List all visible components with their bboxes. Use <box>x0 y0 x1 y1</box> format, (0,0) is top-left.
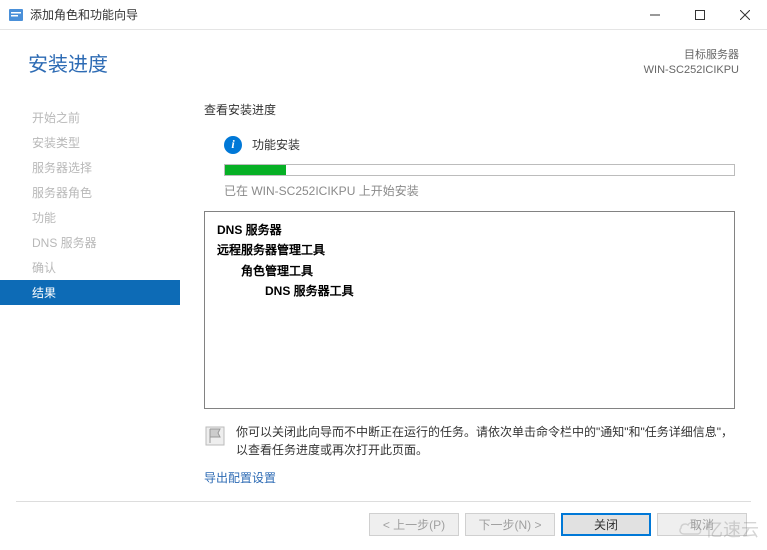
window-controls <box>632 0 767 29</box>
info-icon: i <box>224 136 242 154</box>
status-row: i 功能安装 <box>204 136 735 154</box>
close-button[interactable] <box>722 0 767 30</box>
tree-item: DNS 服务器工具 <box>217 281 722 301</box>
section-label: 查看安装进度 <box>204 101 735 118</box>
footer: < 上一步(P) 下一步(N) > 关闭 取消 <box>369 513 747 536</box>
tree-item: 角色管理工具 <box>217 261 722 281</box>
sidebar-item-confirm: 确认 <box>0 255 180 280</box>
sidebar: 开始之前 安装类型 服务器选择 服务器角色 功能 DNS 服务器 确认 结果 <box>0 89 180 486</box>
wizard-icon <box>8 7 24 23</box>
sidebar-item-server-roles: 服务器角色 <box>0 180 180 205</box>
progress-bar <box>224 164 735 176</box>
export-config-link[interactable]: 导出配置设置 <box>204 469 276 486</box>
footer-divider <box>16 501 751 502</box>
header: 安装进度 目标服务器 WIN-SC252ICIKPU <box>0 30 767 89</box>
sidebar-item-features: 功能 <box>0 205 180 230</box>
hint-text: 你可以关闭此向导而不中断正在运行的任务。请依次单击命令栏中的"通知"和"任务详细… <box>236 423 735 459</box>
target-label: 目标服务器 <box>644 48 739 63</box>
hint-row: 你可以关闭此向导而不中断正在运行的任务。请依次单击命令栏中的"通知"和"任务详细… <box>204 423 735 459</box>
target-value: WIN-SC252ICIKPU <box>644 63 739 78</box>
target-info: 目标服务器 WIN-SC252ICIKPU <box>644 48 739 79</box>
next-button: 下一步(N) > <box>465 513 555 536</box>
maximize-button[interactable] <box>677 0 722 30</box>
sidebar-item-server-select: 服务器选择 <box>0 155 180 180</box>
tree-item: DNS 服务器 <box>217 220 722 240</box>
flag-icon <box>204 425 226 447</box>
sidebar-item-before-begin: 开始之前 <box>0 105 180 130</box>
window-title: 添加角色和功能向导 <box>30 6 632 23</box>
install-list: DNS 服务器 远程服务器管理工具 角色管理工具 DNS 服务器工具 <box>204 211 735 409</box>
sidebar-item-dns-server: DNS 服务器 <box>0 230 180 255</box>
titlebar: 添加角色和功能向导 <box>0 0 767 30</box>
previous-button: < 上一步(P) <box>369 513 459 536</box>
cancel-button: 取消 <box>657 513 747 536</box>
wizard-title: 安装进度 <box>28 48 108 77</box>
main-panel: 查看安装进度 i 功能安装 已在 WIN-SC252ICIKPU 上开始安装 D… <box>180 89 751 486</box>
minimize-button[interactable] <box>632 0 677 30</box>
sidebar-item-install-type: 安装类型 <box>0 130 180 155</box>
tree-item: 远程服务器管理工具 <box>217 240 722 260</box>
content: 开始之前 安装类型 服务器选择 服务器角色 功能 DNS 服务器 确认 结果 查… <box>0 89 767 486</box>
close-wizard-button[interactable]: 关闭 <box>561 513 651 536</box>
progress-fill <box>225 165 286 175</box>
status-text: 功能安装 <box>252 136 300 153</box>
sidebar-item-results[interactable]: 结果 <box>0 280 180 305</box>
progress-label: 已在 WIN-SC252ICIKPU 上开始安装 <box>204 182 735 199</box>
